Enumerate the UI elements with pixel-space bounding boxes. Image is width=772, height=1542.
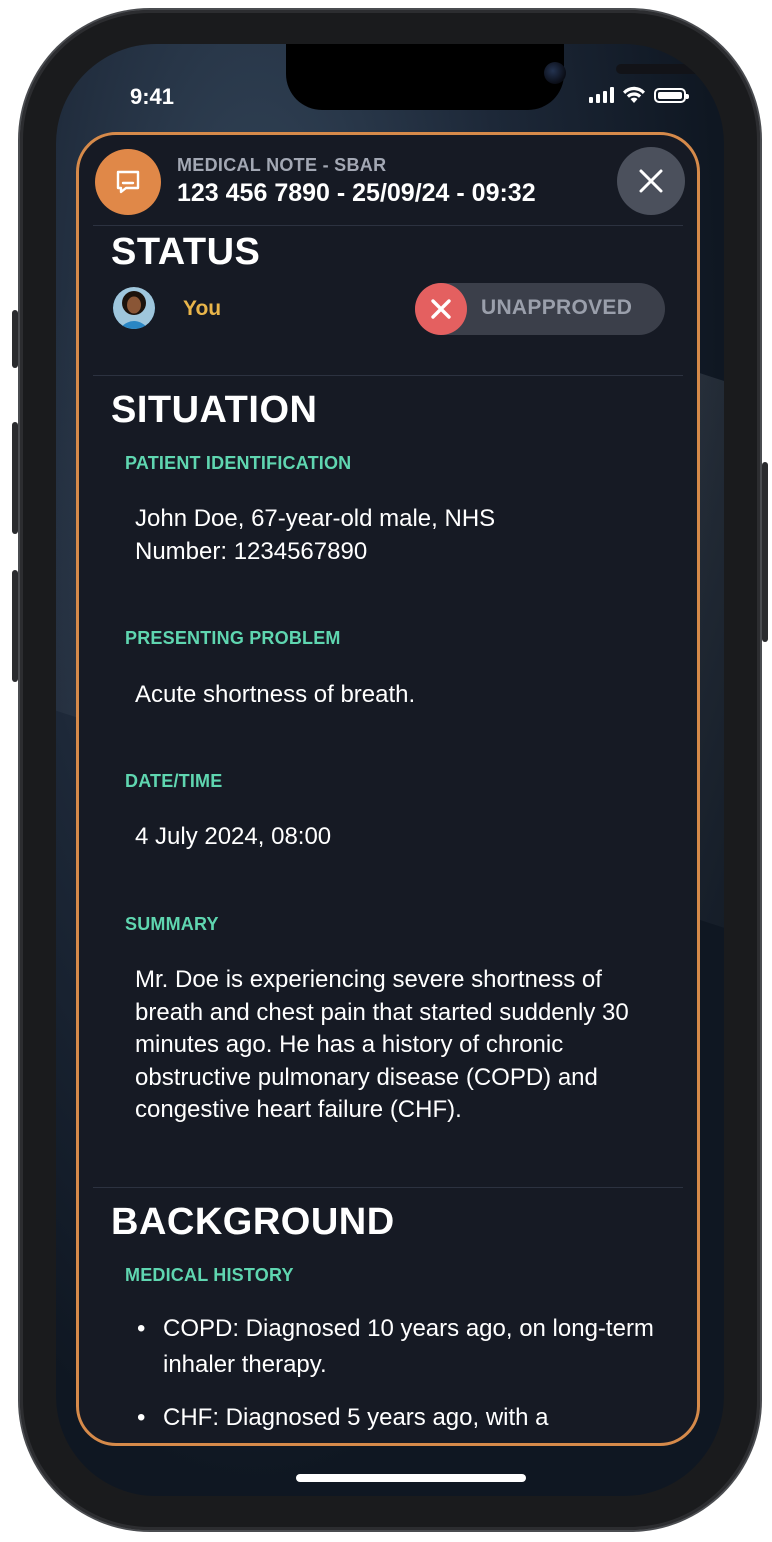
situation-section-title: SITUATION xyxy=(111,389,318,431)
date-time-label: DATE/TIME xyxy=(125,771,223,791)
silent-switch xyxy=(12,310,18,368)
front-camera xyxy=(544,62,566,84)
presenting-problem-value: Acute shortness of breath. xyxy=(135,681,416,708)
status-icons xyxy=(589,86,689,104)
wifi-icon xyxy=(623,86,645,103)
section-divider xyxy=(93,1187,683,1188)
close-icon xyxy=(639,169,663,193)
background-section-title: BACKGROUND xyxy=(111,1201,395,1243)
approval-status-text: UNAPPROVED xyxy=(481,296,633,319)
list-item-text: COPD: Diagnosed 10 years ago, on long-te… xyxy=(163,1315,654,1378)
status-time: 9:41 xyxy=(130,84,175,109)
list-item-text: CHF: Diagnosed 5 years ago, with a xyxy=(163,1404,549,1431)
bullet: • xyxy=(137,1404,146,1431)
bullet: • xyxy=(137,1315,146,1342)
date-time-value: 4 July 2024, 08:00 xyxy=(135,823,332,850)
avatar xyxy=(113,287,155,329)
medical-history-label: MEDICAL HISTORY xyxy=(125,1265,294,1285)
power-button xyxy=(762,462,768,642)
section-divider xyxy=(93,375,683,376)
note-icon xyxy=(95,149,161,215)
volume-down-button xyxy=(12,570,18,682)
note-identifier: 123 456 7890 - 25/09/24 - 09:32 xyxy=(177,179,536,207)
list-item: • COPD: Diagnosed 10 years ago, on long-… xyxy=(135,1311,665,1383)
phone-screen: 9:41 MEDICAL NOTE - SBAR 123 456 7890 - … xyxy=(56,44,724,1496)
patient-identification-value: John Doe, 67-year-old male, NHS Number: … xyxy=(135,505,496,565)
summary-label: SUMMARY xyxy=(125,914,219,934)
note-content: STATUS You UNAPPROVED SITUATION PATIENT … xyxy=(79,225,697,1443)
x-icon xyxy=(431,299,451,319)
approval-knob xyxy=(415,283,467,335)
status-section-title: STATUS xyxy=(111,231,261,273)
dynamic-notch xyxy=(286,44,724,110)
cellular-signal-icon xyxy=(589,87,614,103)
summary-value: Mr. Doe is experiencing severe shortness… xyxy=(135,966,629,1123)
approval-toggle[interactable]: UNAPPROVED xyxy=(415,283,665,335)
note-type-label: MEDICAL NOTE - SBAR xyxy=(177,155,387,175)
home-indicator[interactable] xyxy=(296,1474,526,1482)
patient-identification-label: PATIENT IDENTIFICATION xyxy=(125,453,352,473)
speaker-slot xyxy=(616,64,724,74)
medical-note-card: MEDICAL NOTE - SBAR 123 456 7890 - 25/09… xyxy=(76,132,700,1446)
phone-frame: 9:41 MEDICAL NOTE - SBAR 123 456 7890 - … xyxy=(12,10,768,1530)
medical-history-list: • COPD: Diagnosed 10 years ago, on long-… xyxy=(135,1311,665,1443)
close-button[interactable] xyxy=(617,147,685,215)
author-name: You xyxy=(183,297,222,320)
presenting-problem-label: PRESENTING PROBLEM xyxy=(125,628,341,648)
list-item: • CHF: Diagnosed 5 years ago, with a xyxy=(135,1400,665,1436)
volume-up-button xyxy=(12,422,18,534)
battery-icon xyxy=(654,87,689,103)
note-header: MEDICAL NOTE - SBAR 123 456 7890 - 25/09… xyxy=(93,135,685,226)
